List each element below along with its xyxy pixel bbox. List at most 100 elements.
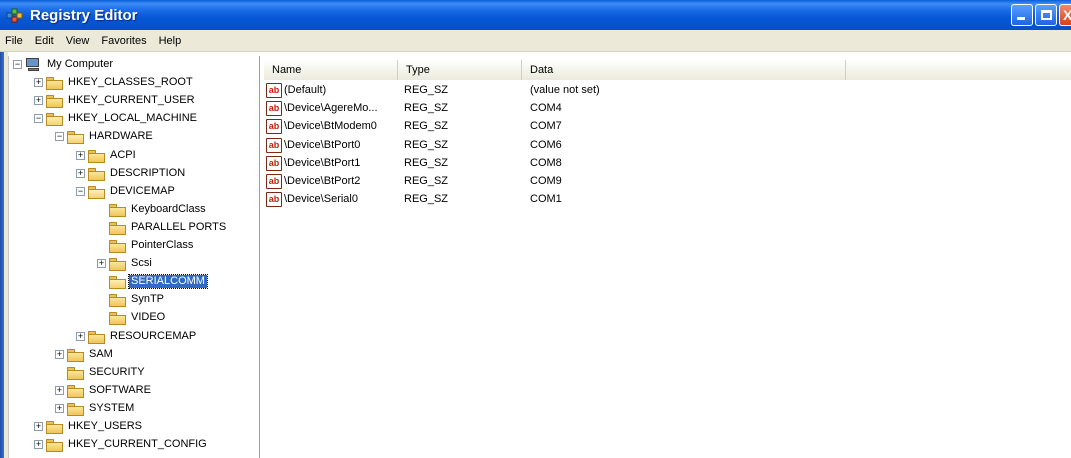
menu-favorites[interactable]: Favorites — [95, 35, 152, 47]
folder-icon — [67, 384, 85, 398]
close-button[interactable]: X — [1059, 4, 1071, 26]
value-name: (Default) — [284, 84, 327, 96]
tree-node-label[interactable]: HKEY_USERS — [66, 420, 144, 433]
tree-node-label[interactable]: SECURITY — [87, 366, 147, 379]
menu-view[interactable]: View — [60, 35, 96, 47]
expand-icon[interactable]: + — [55, 349, 64, 359]
window-left-border — [0, 52, 8, 458]
tree-node[interactable]: VIDEO — [9, 309, 259, 327]
string-value-icon: ab — [266, 137, 282, 153]
tree-node[interactable]: + Scsi — [9, 255, 259, 273]
tree-node[interactable]: SERIALCOMM — [9, 273, 259, 291]
tree-node[interactable]: SynTP — [9, 291, 259, 309]
value-type: REG_SZ — [404, 138, 449, 151]
string-value-icon: ab — [266, 101, 282, 117]
expand-icon[interactable]: + — [34, 440, 43, 450]
value-row[interactable]: ab (Default) REG_SZ (value not set) — [264, 82, 844, 100]
title-bar[interactable]: Registry Editor X — [0, 0, 1071, 30]
tree-node-label[interactable]: DEVICEMAP — [108, 185, 177, 198]
menu-edit[interactable]: Edit — [29, 35, 60, 47]
tree-node-label[interactable]: PARALLEL PORTS — [129, 221, 228, 234]
collapse-icon[interactable]: − — [13, 60, 22, 69]
expand-icon[interactable]: + — [34, 96, 43, 106]
tree-node-label[interactable]: HKEY_CURRENT_USER — [66, 94, 197, 107]
folder-icon — [88, 167, 106, 181]
tree-node-label[interactable]: SOFTWARE — [87, 384, 153, 397]
value-row[interactable]: ab \Device\AgereMo... REG_SZ COM4 — [264, 100, 844, 118]
expand-icon[interactable]: + — [76, 150, 85, 160]
value-name: \Device\BtModem0 — [284, 120, 377, 133]
value-row[interactable]: ab \Device\BtPort0 REG_SZ COM6 — [264, 137, 844, 155]
folder-icon — [109, 221, 127, 235]
value-row[interactable]: ab \Device\BtPort1 REG_SZ COM8 — [264, 155, 844, 173]
folder-open-icon — [109, 275, 127, 290]
tree-node[interactable]: + ACPI — [9, 147, 259, 165]
column-header-data[interactable]: Data — [522, 60, 846, 80]
tree-node[interactable]: SECURITY — [9, 364, 259, 382]
expand-icon[interactable]: + — [55, 403, 64, 413]
string-value-icon: ab — [266, 83, 282, 98]
menu-help[interactable]: Help — [153, 35, 188, 47]
tree-node[interactable]: + HKEY_USERS — [9, 418, 259, 436]
column-header-type[interactable]: Type — [398, 60, 522, 80]
tree-node-label[interactable]: VIDEO — [129, 311, 167, 324]
tree-node-label[interactable]: DESCRIPTION — [108, 167, 187, 180]
tree-node[interactable]: PointerClass — [9, 237, 259, 255]
tree-node[interactable]: + HKEY_CURRENT_USER — [9, 92, 259, 110]
tree-node[interactable]: + HKEY_CLASSES_ROOT — [9, 74, 259, 92]
tree-node[interactable]: + SYSTEM — [9, 400, 259, 418]
folder-open-icon — [46, 112, 64, 127]
tree-node[interactable]: KeyboardClass — [9, 201, 259, 219]
tree-node-label[interactable]: Scsi — [129, 257, 154, 270]
registry-key-tree[interactable]: − My Computer + HKEY_CLASSES_ROOT + HKEY_CURR… — [8, 56, 260, 458]
maximize-button[interactable] — [1035, 4, 1057, 26]
tree-node[interactable]: + SAM — [9, 346, 259, 364]
tree-node-label[interactable]: RESOURCEMAP — [108, 330, 198, 343]
registry-value-list[interactable]: Name Type Data ab (Default) REG_SZ (value n… — [264, 56, 1071, 458]
expand-icon[interactable]: + — [97, 259, 106, 269]
menu-file[interactable]: File — [0, 35, 29, 47]
value-row[interactable]: ab \Device\BtPort2 REG_SZ COM9 — [264, 173, 844, 191]
tree-node-label[interactable]: SYSTEM — [87, 402, 136, 415]
tree-node[interactable]: PARALLEL PORTS — [9, 219, 259, 237]
tree-node-label[interactable]: PointerClass — [129, 239, 195, 252]
value-type: REG_SZ — [404, 120, 449, 133]
column-header-name[interactable]: Name — [264, 60, 398, 80]
folder-icon — [67, 402, 85, 416]
tree-node-label[interactable]: HKEY_LOCAL_MACHINE — [66, 112, 199, 125]
value-data: COM9 — [530, 175, 562, 187]
tree-node-label[interactable]: SynTP — [129, 293, 166, 306]
tree-node[interactable]: + HKEY_CURRENT_CONFIG — [9, 436, 259, 454]
collapse-icon[interactable]: − — [55, 132, 64, 142]
value-data: COM1 — [530, 193, 562, 206]
tree-node[interactable]: − My Computer — [9, 56, 259, 74]
expand-icon[interactable]: + — [34, 78, 43, 88]
tree-node[interactable]: + SOFTWARE — [9, 382, 259, 400]
expand-icon[interactable]: + — [76, 168, 85, 178]
tree-node[interactable]: + RESOURCEMAP — [9, 328, 259, 346]
value-row[interactable]: ab \Device\BtModem0 REG_SZ COM7 — [264, 118, 844, 136]
tree-node-label[interactable]: ACPI — [108, 149, 138, 162]
tree-node-label[interactable]: HKEY_CURRENT_CONFIG — [66, 438, 209, 451]
tree-node[interactable]: − HARDWARE — [9, 128, 259, 146]
collapse-icon[interactable]: − — [76, 186, 85, 196]
value-row[interactable]: ab \Device\Serial0 REG_SZ COM1 — [264, 191, 844, 209]
folder-icon — [109, 239, 127, 253]
tree-node[interactable]: − DEVICEMAP — [9, 183, 259, 201]
tree-node[interactable]: − HKEY_LOCAL_MACHINE — [9, 110, 259, 128]
tree-node-label[interactable]: KeyboardClass — [129, 203, 208, 216]
tree-node-label[interactable]: HKEY_CLASSES_ROOT — [66, 76, 195, 89]
expand-icon[interactable]: + — [55, 385, 64, 395]
tree-node[interactable]: + DESCRIPTION — [9, 165, 259, 183]
value-name: \Device\Serial0 — [284, 193, 358, 206]
expand-icon[interactable]: + — [76, 331, 85, 341]
tree-node-label[interactable]: My Computer — [45, 58, 115, 71]
close-icon: X — [1063, 7, 1071, 23]
collapse-icon[interactable]: − — [34, 114, 43, 124]
tree-node-label[interactable]: SAM — [87, 348, 115, 361]
minimize-button[interactable] — [1011, 4, 1033, 26]
expand-icon[interactable]: + — [34, 422, 43, 431]
tree-node-label[interactable]: HARDWARE — [87, 130, 155, 143]
tree-node-label[interactable]: SERIALCOMM — [128, 274, 208, 290]
value-name: \Device\BtPort0 — [284, 138, 361, 151]
